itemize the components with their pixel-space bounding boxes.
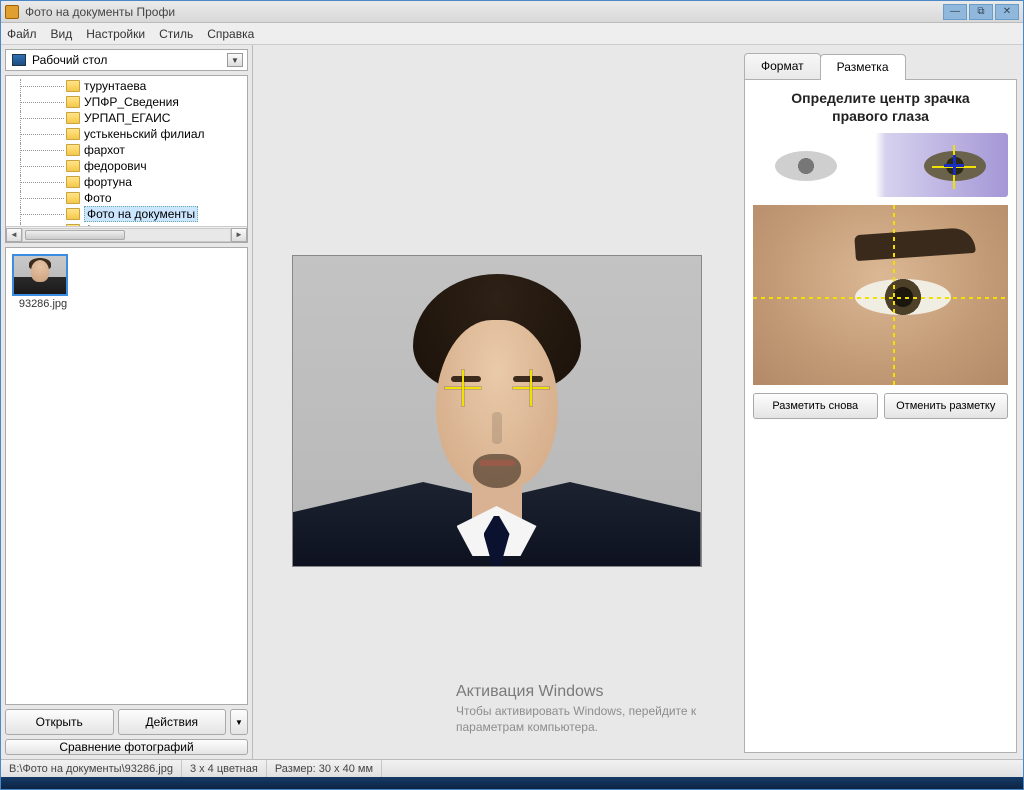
status-color: 3 x 4 цветная xyxy=(182,760,267,777)
tree-item-label: фортуна xyxy=(84,175,132,189)
menubar: Файл Вид Настройки Стиль Справка xyxy=(1,23,1023,45)
panel-tabs: Формат Разметка xyxy=(744,51,1017,79)
folder-icon xyxy=(66,112,80,124)
tree-item[interactable]: фото паспорт xyxy=(6,222,247,226)
tree-item[interactable]: Фото xyxy=(6,190,247,206)
eye-demo-image xyxy=(753,133,1008,197)
chevron-down-icon[interactable]: ▼ xyxy=(227,53,243,67)
folder-icon xyxy=(66,96,80,108)
folder-icon xyxy=(66,80,80,92)
folder-icon xyxy=(66,208,80,220)
actions-button[interactable]: Действия xyxy=(118,709,227,735)
tree-item[interactable]: УПФР_Сведения xyxy=(6,94,247,110)
status-bar: B:\Фото на документы\93286.jpg 3 x 4 цве… xyxy=(1,759,1023,777)
zoom-preview[interactable] xyxy=(753,205,1008,385)
thumbnail-label: 93286.jpg xyxy=(12,298,74,310)
menu-file[interactable]: Файл xyxy=(7,27,37,41)
status-path: B:\Фото на документы\93286.jpg xyxy=(1,760,182,777)
open-button[interactable]: Открыть xyxy=(5,709,114,735)
compare-button[interactable]: Сравнение фотографий xyxy=(5,739,248,755)
scroll-left-icon[interactable]: ◄ xyxy=(6,228,22,242)
demo-plus-icon xyxy=(944,155,964,175)
menu-help[interactable]: Справка xyxy=(207,27,254,41)
minimize-button[interactable]: — xyxy=(943,4,967,20)
sidebar: Рабочий стол ▼ турунтаева УПФР_Сведения УР… xyxy=(1,45,253,759)
folder-icon xyxy=(66,160,80,172)
status-size: Размер: 30 x 40 мм xyxy=(267,760,382,777)
tree-item[interactable]: турунтаева xyxy=(6,78,247,94)
tree-hscroll[interactable]: ◄ ► xyxy=(6,226,247,242)
tree-item[interactable]: Фото на документы xyxy=(6,206,247,222)
thumbnail-image xyxy=(12,254,68,296)
tree-item[interactable]: устькеньский филиал xyxy=(6,126,247,142)
preview-area: Активация Windows Чтобы активировать Win… xyxy=(253,45,740,759)
actions-dropdown[interactable]: ▼ xyxy=(230,709,248,735)
scroll-thumb[interactable] xyxy=(25,230,125,240)
tree-item-label: федорович xyxy=(84,159,147,173)
folder-icon xyxy=(66,176,80,188)
tree-item-label: фото паспорт xyxy=(84,223,160,226)
folder-icon xyxy=(66,192,80,204)
os-taskbar[interactable] xyxy=(1,777,1023,789)
tab-markup[interactable]: Разметка xyxy=(820,54,906,80)
thumbnail-pane: 93286.jpg xyxy=(5,247,248,705)
tree-item[interactable]: федорович xyxy=(6,158,247,174)
tab-format[interactable]: Формат xyxy=(744,53,821,79)
guide-line-h xyxy=(753,297,1008,299)
tree-item-label: УРПАП_ЕГАИС xyxy=(84,111,170,125)
close-button[interactable]: ✕ xyxy=(995,4,1019,20)
menu-view[interactable]: Вид xyxy=(51,27,73,41)
tree-item-label: фархот xyxy=(84,143,125,157)
folder-icon xyxy=(66,144,80,156)
maximize-button[interactable]: ⧉ xyxy=(969,4,993,20)
right-panel: Формат Разметка Определите центр зрачка … xyxy=(740,45,1023,759)
guide-line-v xyxy=(893,205,895,385)
tree-item-label: Фото на документы xyxy=(84,206,198,222)
folder-icon xyxy=(66,128,80,140)
menu-style[interactable]: Стиль xyxy=(159,27,193,41)
scroll-right-icon[interactable]: ► xyxy=(231,228,247,242)
thumbnail-item[interactable]: 93286.jpg xyxy=(12,254,74,310)
window-title: Фото на документы Профи xyxy=(25,5,175,19)
tree-item-label: Фото xyxy=(84,191,112,205)
folder-tree: турунтаева УПФР_Сведения УРПАП_ЕГАИС устьке… xyxy=(5,75,248,243)
tree-item[interactable]: УРПАП_ЕГАИС xyxy=(6,110,247,126)
app-icon xyxy=(5,5,19,19)
main-photo[interactable] xyxy=(292,255,702,567)
tab-body: Определите центр зрачка правого глаза Ра… xyxy=(744,79,1017,753)
tree-item-label: устькеньский филиал xyxy=(84,127,205,141)
folder-icon xyxy=(66,224,80,226)
instruction-text: Определите центр зрачка правого глаза xyxy=(753,90,1008,125)
windows-activation-watermark: Активация Windows Чтобы активировать Win… xyxy=(456,681,726,735)
tree-item-label: турунтаева xyxy=(84,79,146,93)
titlebar: Фото на документы Профи — ⧉ ✕ xyxy=(1,1,1023,23)
app-window: Фото на документы Профи — ⧉ ✕ Файл Вид Н… xyxy=(0,0,1024,790)
remark-button[interactable]: Разметить снова xyxy=(753,393,878,419)
location-label: Рабочий стол xyxy=(32,53,107,67)
menu-settings[interactable]: Настройки xyxy=(86,27,145,41)
desktop-icon xyxy=(12,54,26,66)
tree-item[interactable]: фархот xyxy=(6,142,247,158)
location-combo[interactable]: Рабочий стол ▼ xyxy=(5,49,248,71)
tree-item[interactable]: фортуна xyxy=(6,174,247,190)
cancel-markup-button[interactable]: Отменить разметку xyxy=(884,393,1009,419)
tree-item-label: УПФР_Сведения xyxy=(84,95,179,109)
